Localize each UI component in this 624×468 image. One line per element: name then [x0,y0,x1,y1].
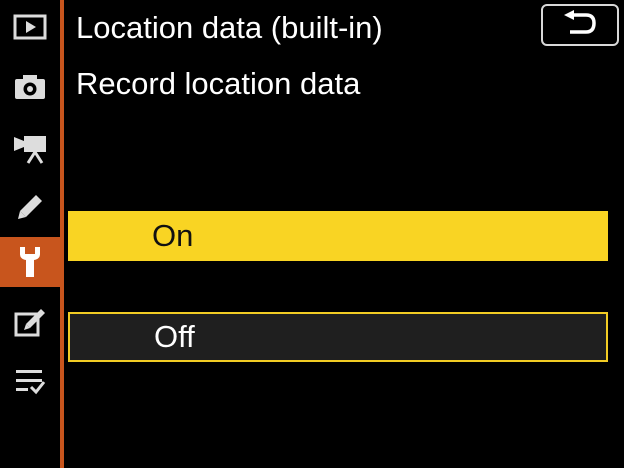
option-off[interactable]: Off [68,312,608,362]
sidebar-item-photo-shooting[interactable] [0,62,60,112]
retouch-icon [13,308,47,338]
setting-subtitle: Record location data [76,66,361,101]
menu-sidebar [0,0,64,468]
sidebar-item-retouch[interactable] [0,298,60,348]
my-menu-icon [14,367,46,395]
pencil-icon [15,192,45,222]
sidebar-item-custom-settings[interactable] [0,182,60,232]
option-on[interactable]: On [68,211,608,261]
option-label: Off [154,319,195,354]
back-button[interactable] [541,4,619,46]
sidebar-item-setup[interactable] [0,237,60,287]
page-title: Location data (built-in) [76,10,383,45]
wrench-icon [16,245,44,279]
sidebar-item-movie-shooting[interactable] [0,122,60,172]
option-label: On [152,218,194,253]
sidebar-item-playback[interactable] [0,2,60,52]
camera-icon [13,73,47,101]
movie-camera-icon [12,130,48,164]
playback-icon [13,14,47,40]
sidebar-item-my-menu[interactable] [0,356,60,406]
return-icon [562,9,598,41]
